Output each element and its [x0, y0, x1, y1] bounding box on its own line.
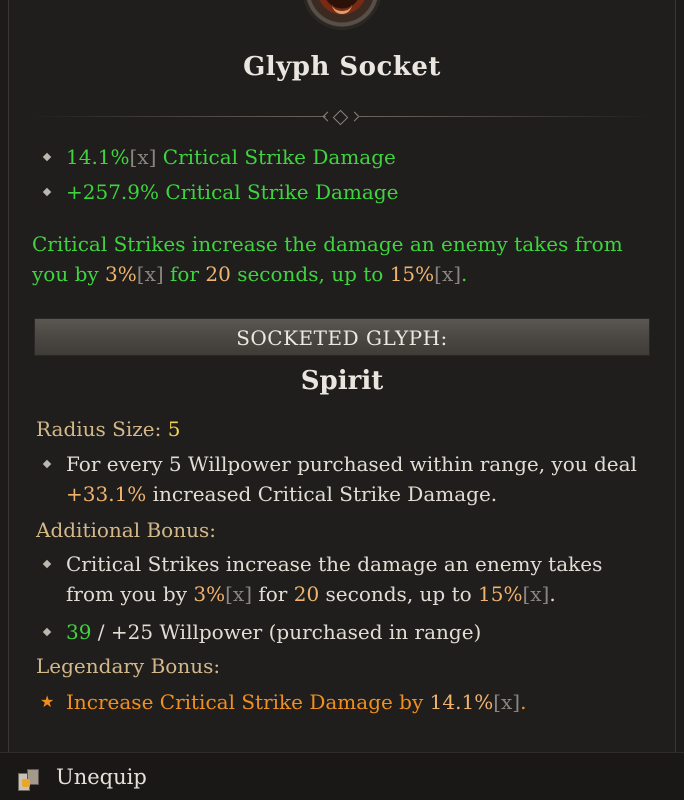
divider-diamond-icon	[332, 109, 349, 126]
glyph-socket-medallion-icon	[296, 0, 388, 38]
tooltip-title: Glyph Socket	[243, 52, 441, 82]
legendary-bonus-label: Legendary Bonus:	[36, 654, 221, 678]
ornamental-divider	[30, 109, 654, 126]
glyph-scroll-icon	[18, 769, 39, 791]
socket-effect-text: Critical Strikes increase the damage an …	[32, 232, 623, 286]
action-bar: Unequip	[0, 752, 684, 800]
additional-bonus-label: Additional Bonus:	[36, 518, 216, 542]
star-icon: ★	[40, 692, 55, 711]
socketed-glyph-header: SOCKETED GLYPH:	[34, 318, 650, 356]
unequip-button[interactable]: Unequip	[56, 765, 147, 789]
glyph-name: Spirit	[300, 366, 384, 396]
radius-size: Radius Size: 5	[36, 417, 181, 441]
